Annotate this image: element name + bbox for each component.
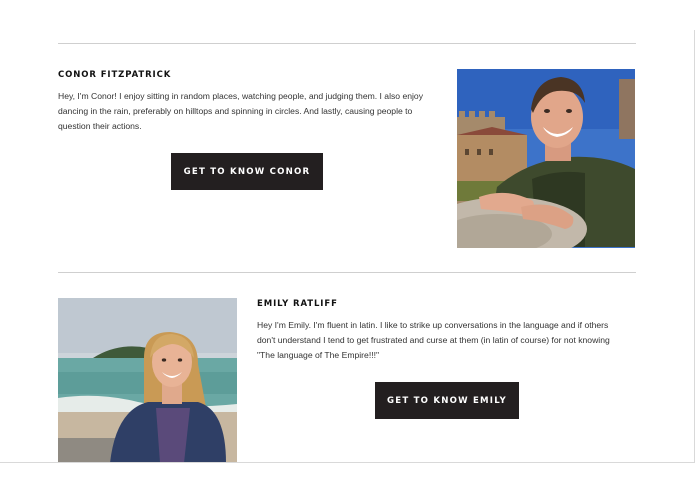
bio-line: dancing in the rain, preferably on hillt… [58, 106, 413, 116]
page-bottom-edge [0, 462, 695, 463]
profile-name: CONOR FITZPATRICK [58, 70, 172, 80]
bio-line: question their actions. [58, 121, 142, 131]
profile-bio: Hey I'm Emily. I'm fluent in latin. I li… [257, 318, 642, 363]
bio-line: don't understand I tend to get frustrate… [257, 335, 610, 345]
bio-line: "The language of The Empire!!!" [257, 350, 380, 360]
bio-line: Hey I'm Emily. I'm fluent in latin. I li… [257, 320, 609, 330]
profile-bio: Hey, I'm Conor! I enjoy sitting in rando… [58, 89, 448, 134]
photo-illustration [58, 298, 237, 463]
photo-illustration [457, 69, 635, 248]
profile-photo-conor [457, 69, 635, 248]
get-to-know-conor-button[interactable]: GET TO KNOW CONOR [171, 153, 323, 190]
bio-line: Hey, I'm Conor! I enjoy sitting in rando… [58, 91, 424, 101]
profile-name: EMILY RATLIFF [257, 299, 338, 309]
team-page: CONOR FITZPATRICK Hey, I'm Conor! I enjo… [0, 0, 695, 494]
get-to-know-emily-button[interactable]: GET TO KNOW EMILY [375, 382, 519, 419]
top-divider [58, 43, 636, 44]
middle-divider [58, 272, 636, 273]
profile-photo-emily [58, 298, 237, 463]
